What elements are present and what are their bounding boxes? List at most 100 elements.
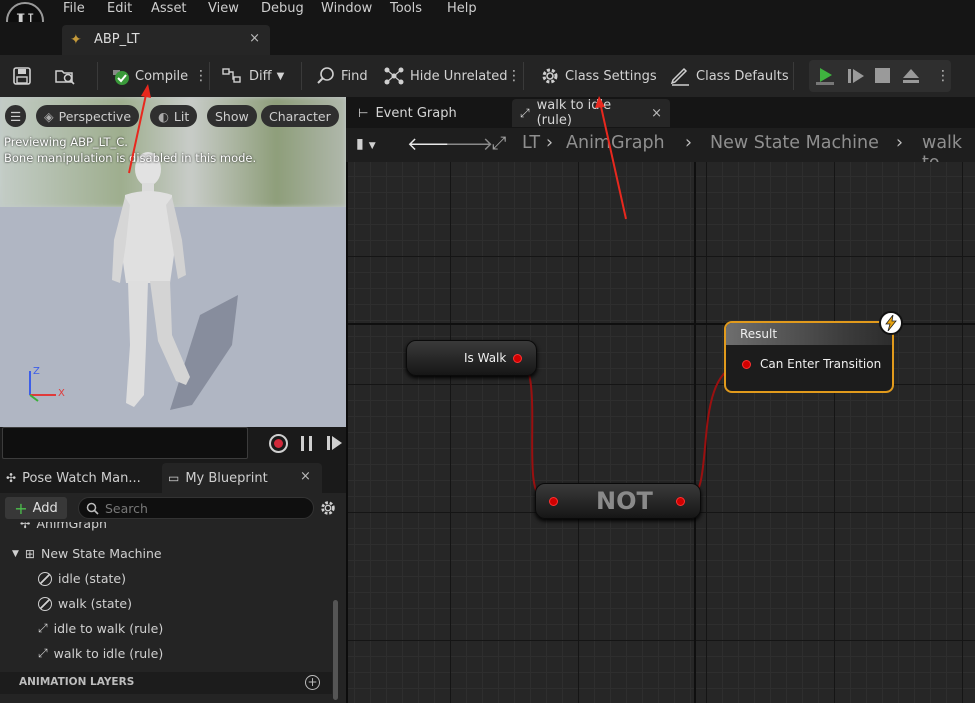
tree-item-state-machine[interactable]: ▼ ⊞ New State Machine [12,546,162,561]
diff-button[interactable]: Diff ▼ [222,55,284,97]
bookmark-button[interactable]: ▮ ▼ [356,136,376,152]
play-button[interactable] [815,66,837,90]
tab-pose-watch[interactable]: ✣ Pose Watch Man... [0,463,160,493]
wire-is-walk-to-not [515,357,545,499]
tree-item-idle-state[interactable]: idle (state) [38,571,126,586]
show-button[interactable]: Show [207,105,257,127]
character-mannequin [112,152,238,410]
record-button[interactable] [269,434,288,453]
search-input[interactable]: Search [78,497,314,519]
browse-button[interactable] [54,55,76,97]
can-enter-transition-pin[interactable] [742,360,751,369]
close-tab-icon[interactable]: × [249,31,260,46]
preview-viewport[interactable]: ☰ ◈ Perspective ◐ Lit Show Character Previ… [0,97,346,427]
tree-item-idle-to-walk[interactable]: ⤢ idle to walk (rule) [38,621,163,636]
class-defaults-label: Class Defaults [696,68,789,84]
class-defaults-button[interactable]: Class Defaults [669,55,789,97]
tree-item-label: New State Machine [40,546,162,561]
not-node[interactable]: NOT [535,483,701,519]
step-forward-icon [327,436,342,450]
class-settings-button[interactable]: Class Settings [540,55,657,97]
tab-event-graph[interactable]: ⊢ Event Graph [350,99,465,127]
pose-watch-icon: ✣ [6,471,17,485]
breadcrumb-lt[interactable]: LT [522,133,540,153]
gear-icon [542,68,558,84]
close-tab-icon[interactable]: × [651,106,662,121]
menu-help[interactable]: Help [447,1,477,16]
step-button[interactable] [846,66,866,90]
viewport-menu-button[interactable]: ☰ [5,105,27,127]
tree-item-walk-state[interactable]: walk (state) [38,596,132,611]
lit-button[interactable]: ◐ Lit [150,105,198,127]
toolbar-separator [793,62,794,90]
playback-scrub-field[interactable] [2,427,248,459]
is-walk-node[interactable]: Is Walk [406,340,537,376]
animation-layers-section[interactable]: ANIMATION LAYERS + [0,672,332,694]
result-node[interactable]: Result Can Enter Transition [724,321,894,393]
anim-blueprint-icon: ✦ [70,32,82,48]
pose-watch-label: Pose Watch Man... [22,470,141,486]
perspective-button[interactable]: ◈ Perspective [36,105,140,127]
tree-item-walk-to-idle[interactable]: ⤢ walk to idle (rule) [38,646,163,661]
breadcrumb-anim-graph[interactable]: AnimGraph [566,133,665,153]
class-defaults-icon [670,67,689,86]
state-icon [38,571,52,586]
menu-edit[interactable]: Edit [107,1,132,16]
compile-check-icon [113,70,129,85]
not-output-pin[interactable] [676,497,685,506]
pause-icon[interactable] [301,436,312,451]
breadcrumb-separator-icon: › [546,133,553,153]
chevron-down-icon: ▼ [276,70,285,82]
stop-icon[interactable] [875,68,890,83]
tree-item-label: walk to idle (rule) [53,646,164,661]
find-button[interactable]: Find [316,55,368,97]
forward-arrow-icon[interactable]: 🡒 [445,134,493,155]
transition-rule-icon: ⤢ [492,133,507,154]
preview-status-text: Previewing ABP_LT_C. [4,135,128,149]
tree-item-label: AnimGraph [36,522,107,531]
play-options-icon[interactable]: ⋮ [936,66,950,86]
step-forward-button[interactable] [326,435,344,451]
hide-unrelated-options-icon[interactable]: ⋮ [507,66,521,86]
add-button[interactable]: + Add [5,497,67,519]
browse-folder-icon [55,70,75,85]
menu-window[interactable]: Window [321,1,372,16]
compile-options-icon[interactable]: ⋮ [194,66,208,86]
active-graph-tab-label: walk to idle (rule) [536,98,612,128]
state-machine-icon: ⊞ [24,546,35,561]
event-graph-label: Event Graph [375,105,457,121]
tab-my-blueprint[interactable]: ▭ My Blueprint [162,463,322,493]
tab-walk-to-idle-rule[interactable]: ⤢ walk to idle (rule) × [512,98,670,128]
close-panel-icon[interactable]: × [300,469,311,484]
document-tab-abp-lt[interactable]: ✦ ABP_LT × [62,25,270,55]
settings-button[interactable] [319,499,337,521]
breadcrumb-state-machine[interactable]: New State Machine [710,133,879,153]
bookmark-icon: ▮ [356,136,364,152]
not-input-pin[interactable] [549,497,558,506]
is-walk-label: Is Walk [464,351,507,365]
is-walk-output-pin[interactable] [513,354,522,363]
plus-icon: + [14,498,28,518]
transition-rule-icon: ⤢ [38,621,48,635]
toolbar-separator [523,62,524,90]
hamburger-icon: ☰ [10,108,22,124]
can-enter-transition-label: Can Enter Transition [760,357,882,371]
compile-button[interactable]: Compile [110,55,188,97]
add-layer-icon[interactable]: + [305,675,320,690]
menu-debug[interactable]: Debug [261,1,304,16]
my-blueprint-label: My Blueprint [185,470,268,486]
cube-icon: ◈ [44,108,54,124]
character-button[interactable]: Character [261,105,339,127]
menu-asset[interactable]: Asset [151,1,187,16]
hide-unrelated-button[interactable]: Hide Unrelated [383,55,508,97]
save-button[interactable] [12,55,32,97]
menu-tools[interactable]: Tools [390,1,422,16]
menu-file[interactable]: File [63,1,85,16]
panel-scrollbar[interactable] [333,600,338,700]
menu-view[interactable]: View [208,1,239,16]
eject-button[interactable] [901,66,921,90]
tree-item-anim-graph[interactable]: ✢ AnimGraph [20,522,107,531]
animation-layers-label: ANIMATION LAYERS [19,676,135,688]
toolbar-separator [97,62,98,90]
search-icon [86,502,99,515]
